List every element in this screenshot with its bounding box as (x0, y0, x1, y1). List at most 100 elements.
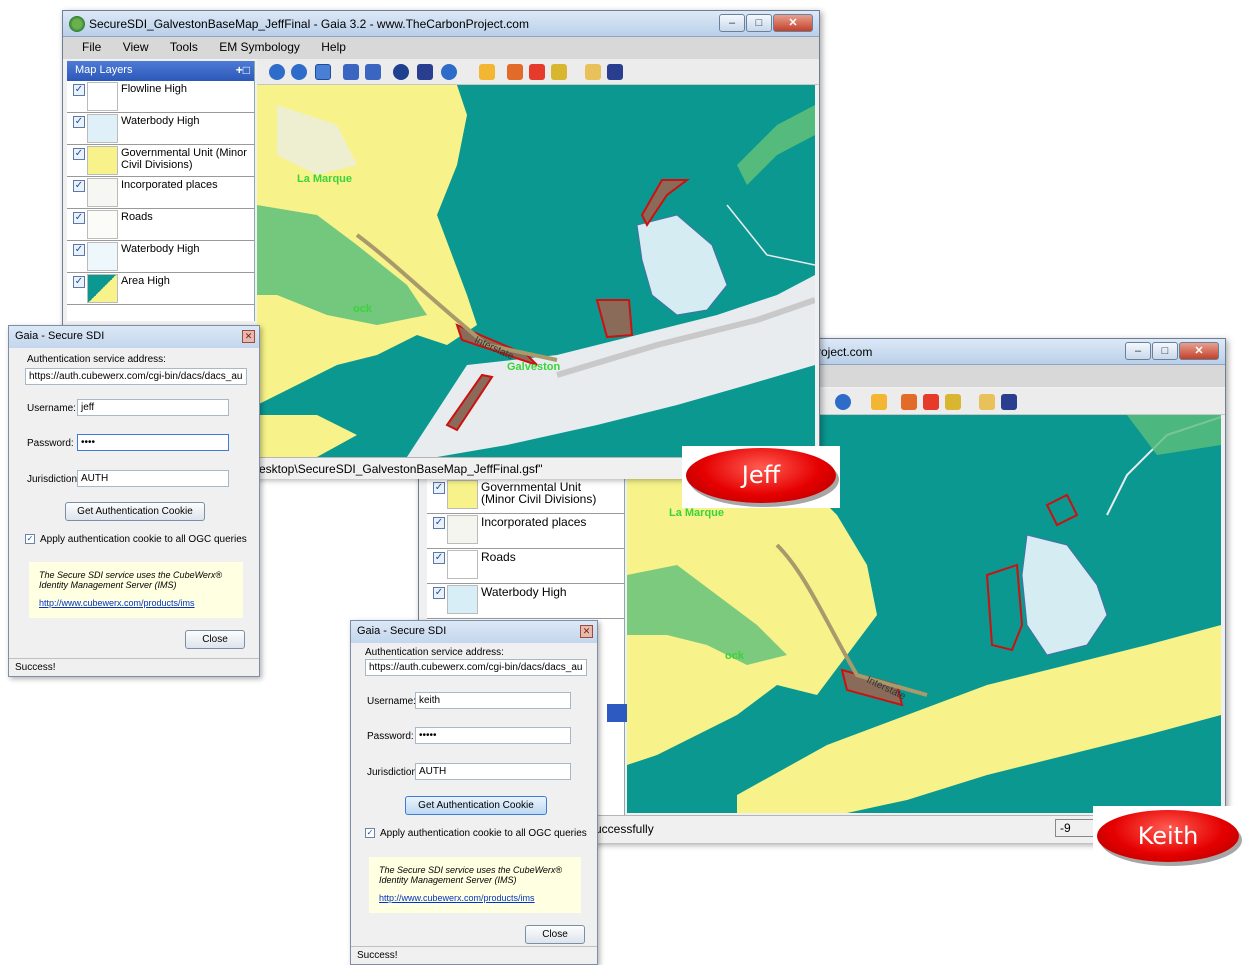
close-dialog-button[interactable]: Close (185, 630, 245, 649)
title-bar[interactable]: SecureSDI_GalvestonBaseMap_JeffFinal - G… (63, 11, 819, 37)
layer-name: Incorporated places (121, 179, 218, 191)
layer-swatch (447, 585, 478, 614)
username-label: Username: (27, 403, 76, 414)
select-icon[interactable] (871, 394, 887, 410)
layer-item[interactable]: ✓ Roads (67, 209, 254, 241)
add-layer-icon[interactable] (607, 704, 629, 722)
get-cookie-button[interactable]: Get Authentication Cookie (405, 796, 547, 815)
pan-hand-icon[interactable] (315, 64, 331, 80)
auth-address-input[interactable]: https://auth.cubewerx.com/cgi-bin/dacs/d… (25, 368, 247, 385)
open-folder-icon[interactable] (585, 64, 601, 80)
layer-swatch (87, 114, 118, 143)
menu-em-symbology[interactable]: EM Symbology (210, 37, 309, 57)
window-title: roject.com (817, 345, 873, 359)
close-button[interactable]: ✕ (1179, 342, 1219, 360)
layer-name: Governmental Unit (Minor Civil Divisions… (121, 147, 247, 171)
edit-box-icon[interactable] (945, 394, 961, 410)
apply-cookie-label: Apply authentication cookie to all OGC q… (40, 534, 247, 545)
auth-address-input[interactable]: https://auth.cubewerx.com/cgi-bin/dacs/d… (365, 659, 587, 676)
layer-checkbox[interactable]: ✓ (73, 212, 85, 224)
refresh-icon[interactable] (835, 394, 851, 410)
delete-icon[interactable] (923, 394, 939, 410)
info-icon[interactable] (393, 64, 409, 80)
layer-name: Waterbody High (121, 115, 200, 127)
layer-checkbox[interactable]: ✓ (73, 276, 85, 288)
refresh-icon[interactable] (441, 64, 457, 80)
layer-item[interactable]: ✓ Waterbody High (427, 584, 624, 619)
map-canvas (257, 85, 815, 457)
menu-help[interactable]: Help (312, 37, 355, 57)
layer-item[interactable]: ✓ Incorporated places (427, 514, 624, 549)
auth-address-label: Authentication service address: (365, 647, 504, 658)
menu-tools[interactable]: Tools (161, 37, 207, 57)
map-label: ock (725, 650, 744, 662)
minimize-button[interactable]: – (1125, 342, 1151, 360)
layer-item[interactable]: ✓ Governmental Unit (Minor Civil Divisio… (67, 145, 254, 177)
layer-checkbox[interactable]: ✓ (433, 552, 445, 564)
select-icon[interactable] (479, 64, 495, 80)
layer-checkbox[interactable]: ✓ (73, 180, 85, 192)
layer-name: Incorporated places (481, 515, 587, 529)
zoom-out-icon[interactable] (291, 64, 307, 80)
layer-item[interactable]: ✓ Flowline High (67, 81, 254, 113)
password-input[interactable]: ••••• (415, 727, 571, 744)
layer-swatch (447, 550, 478, 579)
apply-cookie-checkbox[interactable]: ✓ (25, 534, 35, 544)
password-input[interactable]: •••• (77, 434, 229, 451)
minimize-button[interactable]: – (719, 14, 745, 32)
ims-link[interactable]: http://www.cubewerx.com/products/ims (379, 893, 571, 903)
delete-icon[interactable] (529, 64, 545, 80)
forward-arrow-icon[interactable] (365, 64, 381, 80)
close-button[interactable]: ✕ (773, 14, 813, 32)
layer-item[interactable]: ✓ Waterbody High (67, 241, 254, 273)
layer-checkbox[interactable]: ✓ (73, 84, 85, 96)
open-folder-icon[interactable] (979, 394, 995, 410)
edit-box-icon[interactable] (551, 64, 567, 80)
layer-item[interactable]: ✓ Governmental Unit (Minor Civil Divisio… (427, 479, 624, 514)
dialog-close-icon[interactable]: ✕ (580, 625, 593, 638)
add-layer-icon[interactable]: +□ (236, 63, 250, 77)
full-extent-icon[interactable] (417, 64, 433, 80)
keith-badge-frame: Keith (1093, 806, 1243, 864)
layer-checkbox[interactable]: ✓ (73, 116, 85, 128)
maximize-button[interactable]: □ (1152, 342, 1178, 360)
toolbar (257, 59, 819, 85)
close-dialog-button[interactable]: Close (525, 925, 585, 944)
layers-title: Map Layers (75, 64, 133, 76)
back-arrow-icon[interactable] (343, 64, 359, 80)
username-input[interactable]: jeff (77, 399, 229, 416)
maximize-button[interactable]: □ (746, 14, 772, 32)
layer-item[interactable]: ✓ Area High (67, 273, 254, 305)
jurisdiction-input[interactable]: AUTH (415, 763, 571, 780)
layer-swatch (447, 480, 478, 509)
edit-icon[interactable] (507, 64, 523, 80)
map-label: Galveston (507, 361, 561, 373)
ims-note-text: The Secure SDI service uses the CubeWerx… (379, 865, 563, 885)
map-view-jeff[interactable]: La Marque Galveston ock Interstate (257, 85, 815, 457)
edit-icon[interactable] (901, 394, 917, 410)
ims-link[interactable]: http://www.cubewerx.com/products/ims (39, 598, 233, 608)
auth-address-label: Authentication service address: (27, 354, 166, 365)
get-cookie-button[interactable]: Get Authentication Cookie (65, 502, 205, 521)
layer-item[interactable]: ✓ Roads (427, 549, 624, 584)
layer-swatch (87, 242, 118, 271)
layer-name: Roads (121, 211, 153, 223)
layer-item[interactable]: ✓ Waterbody High (67, 113, 254, 145)
layer-checkbox[interactable]: ✓ (433, 517, 445, 529)
layer-checkbox[interactable]: ✓ (433, 482, 445, 494)
layer-name: Area High (121, 275, 170, 287)
layer-checkbox[interactable]: ✓ (73, 148, 85, 160)
zoom-in-icon[interactable] (269, 64, 285, 80)
save-icon[interactable] (1001, 394, 1017, 410)
layer-checkbox[interactable]: ✓ (433, 587, 445, 599)
dialog-close-icon[interactable]: ✕ (242, 330, 255, 343)
username-input[interactable]: keith (415, 692, 571, 709)
jeff-badge: Jeff (686, 448, 836, 503)
layer-checkbox[interactable]: ✓ (73, 244, 85, 256)
menu-view[interactable]: View (114, 37, 158, 57)
menu-file[interactable]: File (73, 37, 110, 57)
apply-cookie-checkbox[interactable]: ✓ (365, 828, 375, 838)
layer-item[interactable]: ✓ Incorporated places (67, 177, 254, 209)
jurisdiction-input[interactable]: AUTH (77, 470, 229, 487)
save-icon[interactable] (607, 64, 623, 80)
